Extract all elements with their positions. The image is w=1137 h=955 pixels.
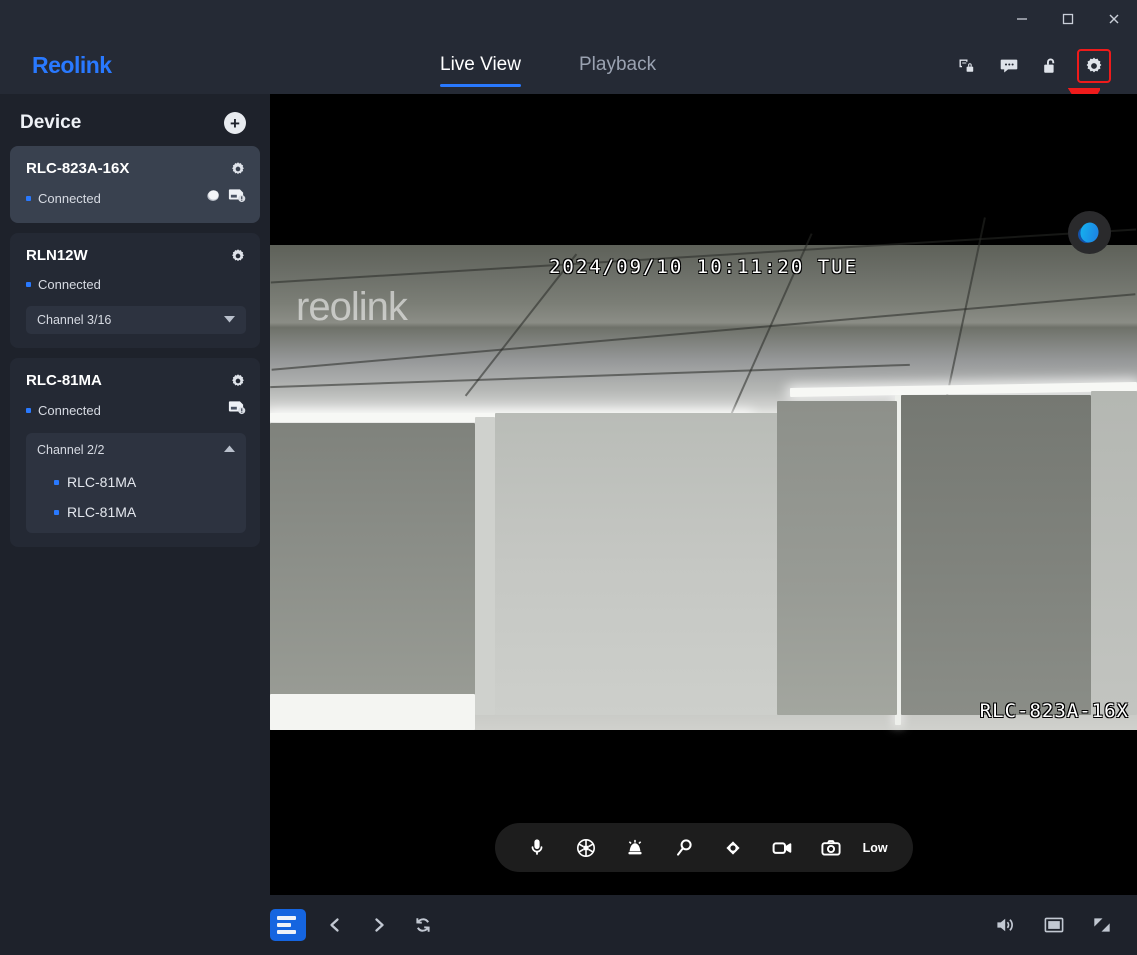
- ceiling-line: [270, 363, 910, 389]
- device-status: Connected: [26, 191, 101, 206]
- device-card-rln12w[interactable]: RLN12W Connected Channel 3/16: [10, 233, 260, 348]
- snapshot-camera-icon[interactable]: [814, 831, 848, 865]
- sd-card-alert-icon[interactable]: [228, 187, 246, 209]
- device-status-row: Connected: [26, 399, 246, 421]
- device-header: RLN12W: [26, 247, 246, 264]
- tab-playback[interactable]: Playback: [579, 54, 656, 79]
- unlock-icon[interactable]: [1037, 52, 1065, 80]
- previous-page-icon[interactable]: [320, 910, 350, 940]
- wall-panel: [1091, 391, 1137, 715]
- bottom-left-controls: [270, 909, 438, 941]
- minimize-button[interactable]: [999, 0, 1045, 38]
- channel-label: Channel 3/16: [37, 313, 112, 327]
- device-status: Connected: [26, 277, 101, 292]
- osd-camera-name: RLC-823A-16X: [979, 700, 1129, 722]
- status-dot: [26, 195, 31, 201]
- sidebar-title: Device: [20, 112, 82, 133]
- device-name: RLN12W: [26, 247, 88, 264]
- roller-blind: [270, 423, 475, 715]
- color-wheel-icon[interactable]: [569, 831, 603, 865]
- app-header: Reolink Live View Playback: [0, 38, 1137, 94]
- video-watermark: reolink: [296, 285, 408, 329]
- status-dot: [26, 281, 31, 287]
- message-icon[interactable]: [995, 52, 1023, 80]
- ptz-control-icon[interactable]: [716, 831, 750, 865]
- layout-button[interactable]: [270, 909, 306, 941]
- device-status: Connected: [26, 403, 101, 418]
- device-header: RLC-81MA: [26, 372, 246, 389]
- channel-name: RLC-81MA: [67, 474, 137, 490]
- device-settings-gear-icon[interactable]: [230, 373, 246, 389]
- device-status-row: Connected: [26, 274, 246, 294]
- nav-tabs: Live View Playback: [440, 38, 656, 94]
- title-bar: [0, 0, 1137, 38]
- settings-gear-icon[interactable]: [1077, 49, 1111, 83]
- screen-lock-icon[interactable]: [953, 52, 981, 80]
- reolink-client-window: Reolink Live View Playback Device + RLC-…: [0, 0, 1137, 955]
- stream-quality-label[interactable]: Low: [863, 841, 888, 855]
- device-name: RLC-823A-16X: [26, 160, 130, 177]
- bottom-right-controls: [991, 910, 1117, 940]
- device-sidebar: Device + RLC-823A-16X Connected RLN12W C…: [0, 94, 270, 955]
- device-status-row: Connected: [26, 187, 246, 209]
- status-label: Connected: [38, 402, 101, 418]
- status-label: Connected: [38, 276, 101, 292]
- channel-dot: [54, 509, 59, 515]
- microphone-icon[interactable]: [520, 831, 554, 865]
- sd-card-alert-icon[interactable]: [228, 399, 246, 421]
- live-view-stage[interactable]: reolink 2024/09/10 10:11:20 TUE RLC-823A…: [270, 94, 1137, 895]
- device-card-rlc-81ma[interactable]: RLC-81MA Connected Channel 2/2 RLC-81MA …: [10, 358, 260, 547]
- channel-panel-rlc-81ma: Channel 2/2 RLC-81MA RLC-81MA: [26, 433, 246, 533]
- close-button[interactable]: [1091, 0, 1137, 38]
- tab-live-view[interactable]: Live View: [440, 54, 521, 87]
- sidebar-header: Device +: [0, 94, 270, 146]
- refresh-icon[interactable]: [408, 910, 438, 940]
- osd-timestamp: 2024/09/10 10:11:20 TUE: [548, 256, 859, 278]
- orb-indicator: [1077, 218, 1102, 247]
- roller-blind: [777, 401, 897, 715]
- device-settings-gear-icon[interactable]: [230, 248, 246, 264]
- record-video-icon[interactable]: [765, 831, 799, 865]
- chevron-down-icon[interactable]: [224, 315, 235, 326]
- aspect-ratio-icon[interactable]: [1039, 910, 1069, 940]
- connection-status-orb[interactable]: [1068, 211, 1111, 254]
- add-device-button[interactable]: +: [224, 112, 246, 134]
- channel-selector-rlc-81ma[interactable]: Channel 2/2: [36, 441, 236, 461]
- channel-list: RLC-81MA RLC-81MA: [36, 467, 236, 527]
- status-label: Connected: [38, 190, 101, 206]
- list-item[interactable]: RLC-81MA: [36, 467, 236, 497]
- header-icon-group: [953, 38, 1111, 94]
- device-header: RLC-823A-16X: [26, 160, 246, 177]
- status-dot: [26, 407, 31, 413]
- chevron-up-icon[interactable]: [224, 445, 235, 456]
- list-item[interactable]: RLC-81MA: [36, 497, 236, 527]
- channel-dot: [54, 479, 59, 485]
- device-mini-icons: [228, 399, 246, 421]
- zoom-magnifier-icon[interactable]: [667, 831, 701, 865]
- next-page-icon[interactable]: [364, 910, 394, 940]
- window-light: [270, 694, 475, 730]
- spotlight-icon[interactable]: [205, 187, 222, 209]
- blind-edge: [475, 417, 495, 715]
- volume-icon[interactable]: [991, 910, 1021, 940]
- device-name: RLC-81MA: [26, 372, 102, 389]
- siren-alarm-icon[interactable]: [618, 831, 652, 865]
- channel-name: RLC-81MA: [67, 504, 137, 520]
- channel-label: Channel 2/2: [37, 443, 105, 457]
- channel-selector-rln12w[interactable]: Channel 3/16: [26, 306, 246, 334]
- wall-panel: [495, 413, 785, 715]
- roller-blind: [901, 395, 1091, 715]
- device-card-rlc-823a-16x[interactable]: RLC-823A-16X Connected: [10, 146, 260, 223]
- camera-video-feed[interactable]: reolink: [270, 217, 1137, 730]
- maximize-button[interactable]: [1045, 0, 1091, 38]
- bottom-control-bar: [270, 895, 1137, 955]
- device-mini-icons: [205, 187, 246, 209]
- video-control-toolbar: Low: [495, 823, 913, 872]
- fullscreen-icon[interactable]: [1087, 910, 1117, 940]
- device-settings-gear-icon[interactable]: [230, 161, 246, 177]
- reolink-logo: Reolink: [32, 52, 112, 78]
